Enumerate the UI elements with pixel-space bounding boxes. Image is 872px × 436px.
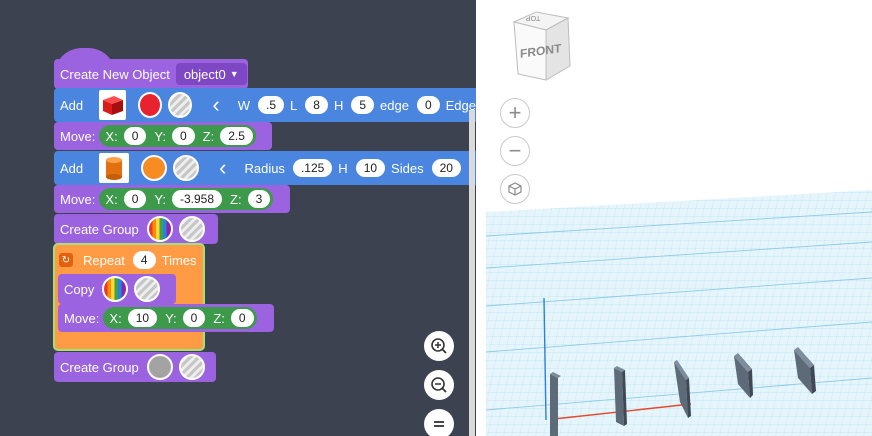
param-w-input[interactable]: .5 xyxy=(258,96,285,114)
create-new-object-block[interactable]: Create New Object object0 ▼ xyxy=(54,59,248,89)
param-edge-label: edge xyxy=(380,97,409,113)
param-radius-input[interactable]: .125 xyxy=(292,159,333,177)
y-axis-label: Y: xyxy=(165,310,177,326)
param-w-label: W xyxy=(237,97,251,113)
red-box-icon[interactable] xyxy=(99,90,127,120)
x-axis-label: X: xyxy=(109,310,122,326)
collapse-chevron-icon[interactable]: ‹ xyxy=(212,94,219,116)
create-object-label: Create New Object xyxy=(60,66,170,82)
repeat-count-input[interactable]: 4 xyxy=(132,251,156,269)
repeat-header: ↻ Repeat 4 Times xyxy=(55,245,197,275)
workspace-scrollbar[interactable] xyxy=(469,110,475,436)
move-x-input[interactable]: 0 xyxy=(123,190,147,208)
move-z-input[interactable]: 2.5 xyxy=(220,127,253,145)
zoom-out-icon[interactable] xyxy=(424,370,454,400)
param-radius-label: Radius xyxy=(244,160,285,176)
param-h-label: H xyxy=(338,160,348,176)
cylinder-transparent-swatch[interactable] xyxy=(173,155,200,181)
move-label: Move: xyxy=(64,310,100,326)
orange-cylinder-icon[interactable] xyxy=(99,153,130,183)
rainbow-color-swatch[interactable] xyxy=(102,276,129,302)
move-z-input[interactable]: 0 xyxy=(230,309,254,327)
move-coords-1: X: 0 Y: 0 Z: 2.5 xyxy=(99,125,256,147)
rainbow-color-swatch[interactable] xyxy=(146,216,173,242)
param-edge-input[interactable]: 0 xyxy=(416,96,440,114)
copy-transparent-swatch[interactable] xyxy=(134,276,161,302)
param-h-input[interactable]: 10 xyxy=(355,159,386,177)
move-block-3[interactable]: Move: X: 10 Y: 0 Z: 0 xyxy=(58,304,274,332)
param-sides-input[interactable]: 20 xyxy=(431,159,461,177)
group-transparent-swatch[interactable] xyxy=(178,216,205,242)
loop-icon: ↻ xyxy=(59,253,73,267)
z-axis-label: Z: xyxy=(230,191,242,207)
caret-down-icon: ▼ xyxy=(229,69,239,79)
code-workspace[interactable]: Create New Object object0 ▼ Add ‹ W .5 L… xyxy=(0,0,476,436)
x-axis-label: X: xyxy=(105,128,118,144)
z-axis-label: Z: xyxy=(213,310,225,326)
param-h-input[interactable]: 5 xyxy=(351,96,375,114)
create-group-block-2[interactable]: Create Group xyxy=(54,352,216,382)
collapse-chevron-icon[interactable]: ‹ xyxy=(219,157,226,179)
move-y-input[interactable]: 0 xyxy=(171,127,195,145)
create-group-label: Create Group xyxy=(60,221,139,237)
move-label: Move: xyxy=(60,128,96,144)
zoom-in-icon[interactable] xyxy=(424,331,454,361)
move-z-input[interactable]: 3 xyxy=(247,190,271,208)
move-y-input[interactable]: -3.958 xyxy=(171,190,222,208)
move-coords-2: X: 0 Y: -3.958 Z: 3 xyxy=(99,188,274,210)
move-block-2[interactable]: Move: X: 0 Y: -3.958 Z: 3 xyxy=(54,185,290,213)
move-block-1[interactable]: Move: X: 0 Y: 0 Z: 2.5 xyxy=(54,122,272,150)
cube-icon[interactable] xyxy=(500,174,530,204)
copy-block[interactable]: Copy xyxy=(58,274,176,304)
repeat-times-label: Times xyxy=(161,252,197,268)
add-label: Add xyxy=(60,160,84,176)
plus-icon[interactable]: + xyxy=(500,98,530,128)
y-axis-label: Y: xyxy=(154,128,166,144)
move-x-input[interactable]: 10 xyxy=(127,309,158,327)
copy-label: Copy xyxy=(64,281,95,297)
create-group-label: Create Group xyxy=(60,359,139,375)
move-y-input[interactable]: 0 xyxy=(182,309,206,327)
z-axis-label: Z: xyxy=(202,128,215,144)
move-coords-3: X: 10 Y: 0 Z: 0 xyxy=(103,307,257,329)
add-cylinder-block[interactable]: Add ‹ Radius .125 H 10 Sides 20 xyxy=(54,151,476,185)
cylinder-color-swatch[interactable] xyxy=(141,155,168,181)
object-name-value: object0 xyxy=(183,66,226,82)
view-cube[interactable]: TOP FRONT xyxy=(506,8,586,82)
add-box-block[interactable]: Add ‹ W .5 L 8 H 5 edge 0 Edge xyxy=(54,88,476,122)
move-x-input[interactable]: 0 xyxy=(123,127,147,145)
plate-2 xyxy=(614,366,627,426)
param-l-label: L xyxy=(290,97,298,113)
zoom-reset-icon[interactable] xyxy=(424,409,454,436)
param-h-label: H xyxy=(333,97,344,113)
x-axis-label: X: xyxy=(105,191,118,207)
param-sides-label: Sides xyxy=(391,160,424,176)
gray-color-swatch[interactable] xyxy=(146,354,173,380)
box-color-swatch[interactable] xyxy=(138,92,163,118)
box-transparent-swatch[interactable] xyxy=(168,92,193,118)
group-transparent-swatch[interactable] xyxy=(178,354,205,380)
3d-viewport[interactable]: TOP FRONT + − xyxy=(476,0,872,436)
repeat-label: Repeat xyxy=(83,252,125,268)
minus-icon[interactable]: − xyxy=(500,136,530,166)
param-l-input[interactable]: 8 xyxy=(305,96,328,114)
move-label: Move: xyxy=(60,191,96,207)
y-axis-label: Y: xyxy=(154,191,166,207)
create-group-block-1[interactable]: Create Group xyxy=(54,214,218,244)
view-cube-top-label: TOP xyxy=(526,14,541,21)
add-label: Add xyxy=(60,97,84,113)
object-name-dropdown[interactable]: object0 ▼ xyxy=(175,63,247,85)
